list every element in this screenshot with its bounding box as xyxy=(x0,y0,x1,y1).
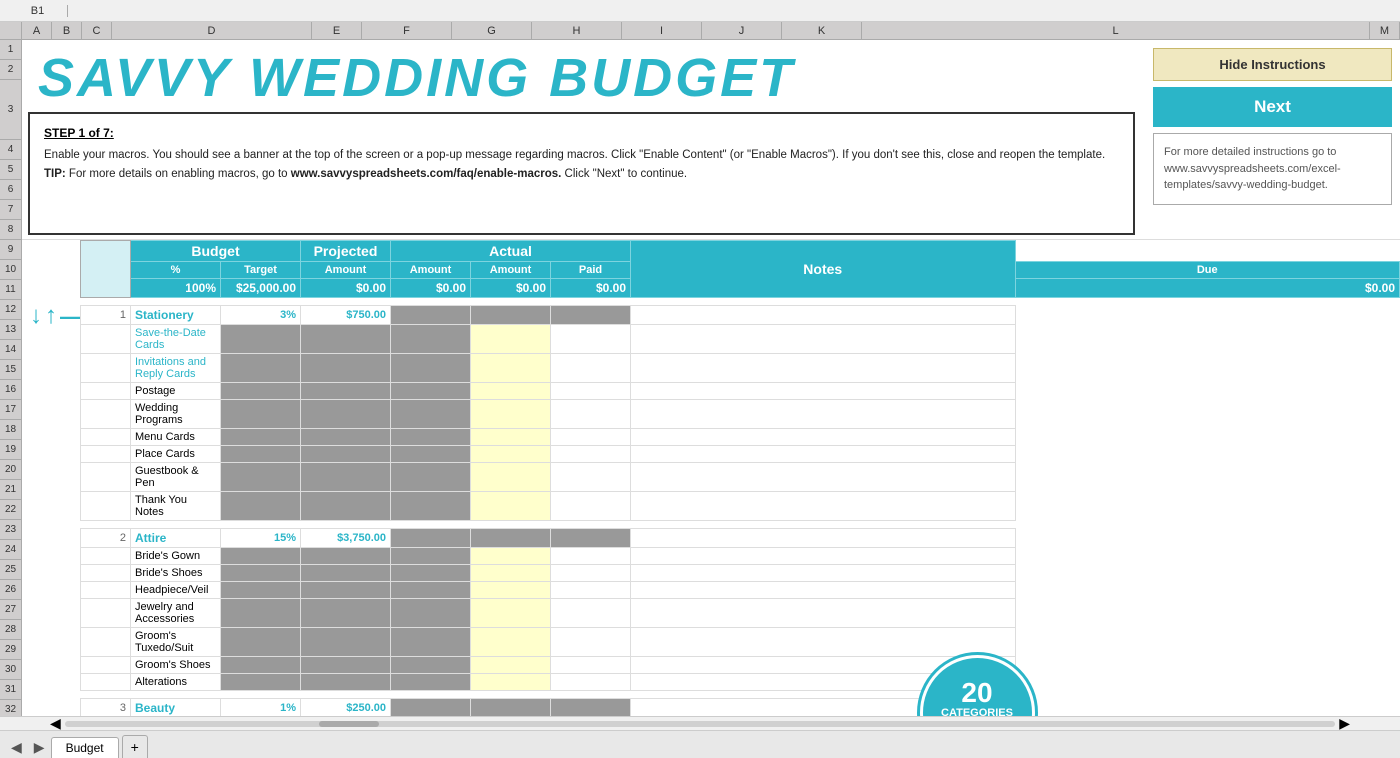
tab-budget[interactable]: Budget xyxy=(51,737,119,758)
paid-subheader: Paid xyxy=(551,262,631,279)
top-section: SAVVY WEDDING BUDGET STEP 1 of 7: Enable… xyxy=(22,40,1400,240)
col-header-b: A xyxy=(22,22,52,39)
list-item: Groom's Shoes xyxy=(81,657,1400,674)
spacer-row xyxy=(81,691,1400,699)
hide-instructions-button[interactable]: Hide Instructions xyxy=(1153,48,1392,81)
act-amount-subheader: Amount xyxy=(471,262,551,279)
table-section: ↓ ↑ — + xyxy=(22,240,1400,716)
col-header-k: K xyxy=(782,22,862,39)
list-item: Save-the-Date Cards xyxy=(81,325,1400,354)
pct-subheader: % xyxy=(131,262,221,279)
right-panel: Hide Instructions Next For more detailed… xyxy=(1145,40,1400,239)
category-row-attire: 2 Attire 15% $3,750.00 xyxy=(81,529,1400,548)
amount-subheader: Amount xyxy=(301,262,391,279)
col-header-e: E xyxy=(312,22,362,39)
col-header-l: L xyxy=(862,22,1370,39)
budget-table: Budget Projected Actual Notes % Target A… xyxy=(80,240,1400,716)
instructions-box: STEP 1 of 7: Enable your macros. You sho… xyxy=(28,112,1135,235)
list-item: Bride's Gown xyxy=(81,548,1400,565)
list-item: Jewelry and Accessories xyxy=(81,599,1400,628)
col-header-row: A B C D E F G H I J K L M xyxy=(0,22,1400,40)
app-container: B1 A B C D E F G H I J K L M 1 2 3 4 5 6… xyxy=(0,0,1400,758)
instructions-body: Enable your macros. You should see a ban… xyxy=(44,146,1119,183)
col-header-c: B xyxy=(52,22,82,39)
spacer-row xyxy=(81,521,1400,529)
notes-header: Notes xyxy=(631,241,1016,298)
list-item: Postage xyxy=(81,383,1400,400)
list-item: Thank You Notes xyxy=(81,492,1400,521)
col-header-i: I xyxy=(622,22,702,39)
list-item: Bride's Shoes xyxy=(81,565,1400,582)
tab-next-arrow[interactable]: ▶ xyxy=(28,737,51,758)
horizontal-scrollbar[interactable]: ◀ ▶ xyxy=(0,716,1400,730)
list-item: Place Cards xyxy=(81,446,1400,463)
next-button[interactable]: Next xyxy=(1153,87,1392,127)
table-header-row1: Budget Projected Actual Notes xyxy=(81,241,1400,262)
col-header-g: G xyxy=(452,22,532,39)
due-subheader: Due xyxy=(1015,262,1400,279)
more-info-box: For more detailed instructions go to www… xyxy=(1153,133,1392,205)
proj-amount-subheader: Amount xyxy=(391,262,471,279)
total-paid: $0.00 xyxy=(551,279,631,298)
list-item: Alterations 20 CATEG xyxy=(81,674,1400,691)
cat-name-attire: Attire xyxy=(131,529,221,548)
total-pct: 100% xyxy=(131,279,221,298)
total-act: $0.00 xyxy=(471,279,551,298)
cell-ref: B1 xyxy=(8,5,68,17)
col-header-j: J xyxy=(702,22,782,39)
list-item: Menu Cards xyxy=(81,429,1400,446)
actual-header: Actual xyxy=(391,241,631,262)
cat-name-stationery: Stationery xyxy=(131,306,221,325)
list-item: Wedding Programs xyxy=(81,400,1400,429)
list-item: Invitations and Reply Cards xyxy=(81,354,1400,383)
col-header-h: H xyxy=(532,22,622,39)
tab-prev-arrow[interactable]: ◀ xyxy=(5,737,28,758)
col-header-m: M xyxy=(1370,22,1400,39)
category-row-beauty: 3 Beauty 1% $250.00 xyxy=(81,699,1400,717)
formula-bar: B1 xyxy=(0,0,1400,22)
col-header-f: F xyxy=(362,22,452,39)
list-item: Guestbook & Pen xyxy=(81,463,1400,492)
col-header-d2: C xyxy=(82,22,112,39)
nav-arrows-area: ↓ ↑ — + xyxy=(22,240,80,716)
col-header-a xyxy=(0,22,22,39)
arrow-up[interactable]: ↑ xyxy=(45,302,57,330)
list-item: Headpiece/Veil xyxy=(81,582,1400,599)
category-row-stationery: 1 Stationery 3% $750.00 xyxy=(81,306,1400,325)
total-proj: $0.00 xyxy=(391,279,471,298)
row-numbers: 1 2 3 4 5 6 7 8 9 10 11 12 13 14 15 16 1… xyxy=(0,40,22,716)
table-content: Budget Projected Actual Notes % Target A… xyxy=(80,240,1400,716)
tab-bar: ◀ ▶ Budget + xyxy=(0,730,1400,758)
col-header-d: D xyxy=(112,22,312,39)
scrollbar-track[interactable] xyxy=(65,721,1335,727)
cat-name-beauty: Beauty xyxy=(131,699,221,717)
arrow-minus[interactable]: — xyxy=(60,304,82,330)
scrollbar-thumb[interactable] xyxy=(319,721,379,727)
spreadsheet-content: SAVVY WEDDING BUDGET STEP 1 of 7: Enable… xyxy=(22,40,1400,716)
list-item: Groom's Tuxedo/Suit xyxy=(81,628,1400,657)
step-label: STEP 1 of 7: xyxy=(44,126,1119,140)
total-due: $0.00 xyxy=(1015,279,1400,298)
title-instructions-area: SAVVY WEDDING BUDGET STEP 1 of 7: Enable… xyxy=(22,40,1145,239)
spacer-row xyxy=(81,298,1400,306)
tab-add-button[interactable]: + xyxy=(122,735,148,758)
arrow-down[interactable]: ↓ xyxy=(30,302,42,330)
target-subheader: Target xyxy=(221,262,301,279)
app-title: SAVVY WEDDING BUDGET xyxy=(28,44,1135,110)
projected-header: Projected xyxy=(301,241,391,262)
total-target: $25,000.00 xyxy=(221,279,301,298)
main-content: 1 2 3 4 5 6 7 8 9 10 11 12 13 14 15 16 1… xyxy=(0,40,1400,716)
total-amount: $0.00 xyxy=(301,279,391,298)
budget-header: Budget xyxy=(131,241,301,262)
